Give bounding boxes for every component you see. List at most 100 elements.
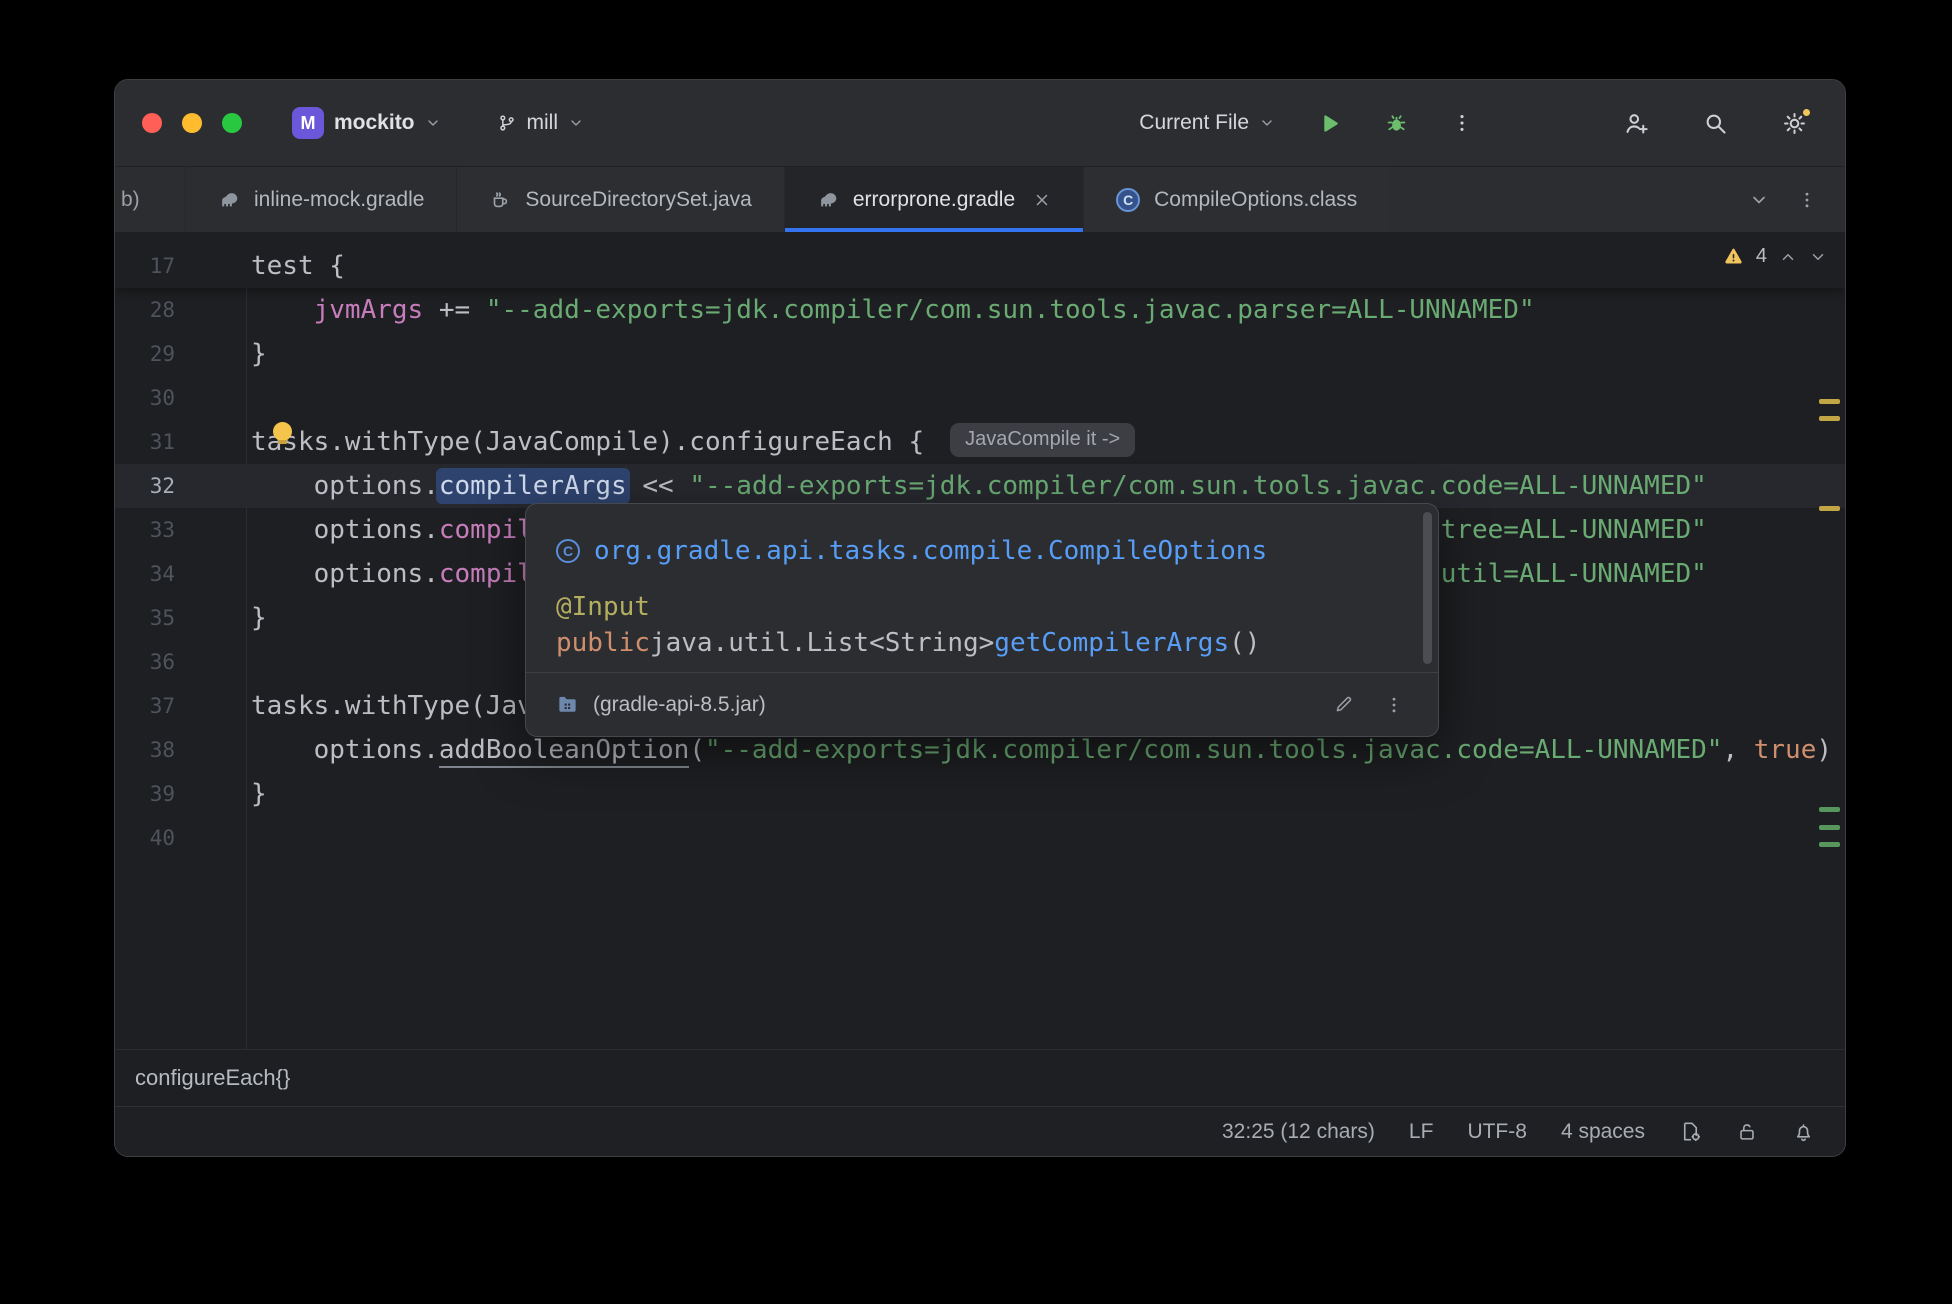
code-token: , (1722, 735, 1753, 765)
popup-scrollbar[interactable] (1423, 512, 1432, 664)
code-token (251, 559, 314, 589)
window-controls (142, 113, 242, 133)
settings-notification-dot (1801, 107, 1812, 118)
run-button[interactable] (1317, 111, 1342, 136)
line-number: 38 (115, 728, 175, 772)
annotation-label: @Input (556, 590, 1408, 624)
search-everywhere-icon[interactable] (1702, 110, 1729, 137)
class-icon: C (1116, 188, 1140, 212)
intention-bulb-icon[interactable] (273, 422, 292, 441)
error-stripe-vcs-mark[interactable] (1819, 825, 1840, 830)
unlocked-lock-icon[interactable] (1736, 1121, 1758, 1143)
sticky-header-line[interactable]: 17test { (115, 232, 1845, 288)
code-token: true (1754, 735, 1817, 765)
close-tab-icon[interactable] (1033, 191, 1051, 209)
run-config-name: Current File (1139, 111, 1249, 135)
chevron-down-icon (568, 115, 584, 131)
popup-options-kebab-icon[interactable] (1384, 695, 1404, 715)
tab-label: inline-mock.gradle (254, 188, 424, 212)
error-stripe-warning-mark[interactable] (1819, 506, 1840, 511)
line-number: 39 (115, 772, 175, 816)
tab-list-chevron-down-icon[interactable] (1749, 190, 1769, 210)
run-toolbar: Current File (1139, 111, 1473, 136)
gradle-icon (817, 189, 839, 211)
tab-partial[interactable]: b) (115, 167, 185, 232)
vcs-branch-widget[interactable]: mill (497, 111, 585, 135)
error-stripe-vcs-mark[interactable] (1819, 807, 1840, 812)
run-config-selector[interactable]: Current File (1139, 111, 1275, 135)
debug-button[interactable] (1384, 111, 1409, 136)
code-token: options. (314, 559, 439, 589)
code-token: += (423, 295, 486, 325)
tab-sourcedirectoryset-java[interactable]: SourceDirectorySet.java (456, 167, 783, 232)
code-line-40[interactable]: 40 (115, 816, 1845, 860)
line-number: 36 (115, 640, 175, 684)
code-line-30[interactable]: 30 (115, 376, 1845, 420)
popup-body: C org.gradle.api.tasks.compile.CompileOp… (526, 504, 1438, 660)
popup-footer: (gradle-api-8.5.jar) (526, 672, 1438, 736)
minimize-window-button[interactable] (182, 113, 202, 133)
code-token: tasks.withType(JavaCompile).configureEac… (251, 427, 924, 457)
class-reference-link[interactable]: org.gradle.api.tasks.compile.CompileOpti… (594, 536, 1267, 566)
project-widget[interactable]: M mockito (292, 107, 441, 139)
code-token (251, 471, 314, 501)
popup-footer-actions (1333, 694, 1404, 715)
inlay-hint[interactable]: JavaCompile it -> (950, 423, 1135, 457)
close-window-button[interactable] (142, 113, 162, 133)
notifications-bell-icon[interactable] (1792, 1120, 1815, 1143)
settings-gear-icon[interactable] (1781, 110, 1808, 137)
edit-source-pencil-icon[interactable] (1333, 694, 1354, 715)
indent-selector[interactable]: 4 spaces (1561, 1120, 1645, 1144)
branch-name: mill (527, 111, 559, 135)
code-token (251, 295, 314, 325)
chevron-down-icon (425, 115, 441, 131)
line-number: 30 (115, 376, 175, 420)
code-text: } (251, 772, 267, 816)
error-stripe-vcs-mark[interactable] (1819, 842, 1840, 847)
encoding-selector[interactable]: UTF-8 (1467, 1120, 1527, 1144)
breadcrumb-item[interactable]: configureEach{} (135, 1065, 290, 1091)
tab-errorprone-gradle[interactable]: errorprone.gradle (784, 167, 1083, 232)
more-actions-kebab-icon[interactable] (1451, 112, 1473, 134)
quick-documentation-popup[interactable]: C org.gradle.api.tasks.compile.CompileOp… (525, 503, 1439, 737)
caret-position[interactable]: 32:25 (12 chars) (1222, 1120, 1375, 1144)
code-token: } (251, 603, 267, 633)
method-signature: public java.util.List<String> getCompile… (556, 626, 1408, 660)
next-problem-chevron-down-icon[interactable] (1809, 248, 1827, 266)
code-line-32[interactable]: 32 options.compilerArgs << "--add-export… (115, 464, 1845, 508)
code-text: } (251, 332, 267, 376)
code-line-17[interactable]: 17test { (115, 244, 1845, 288)
code-line-31[interactable]: 31tasks.withType(JavaCompile).configureE… (115, 420, 1845, 464)
code-line-29[interactable]: 29} (115, 332, 1845, 376)
line-number: 35 (115, 596, 175, 640)
code-token (251, 735, 314, 765)
code-token: () (1229, 628, 1260, 658)
line-number: 32 (115, 464, 175, 508)
code-with-me-user-plus-icon[interactable] (1623, 110, 1650, 137)
line-number: 29 (115, 332, 175, 376)
previous-problem-chevron-up-icon[interactable] (1779, 248, 1797, 266)
project-name: mockito (334, 111, 415, 135)
code-line-39[interactable]: 39} (115, 772, 1845, 816)
chevron-down-icon (1259, 115, 1275, 131)
editor[interactable]: 17test { 4 28 jvmArgs += "--add-exports=… (115, 232, 1845, 1049)
code-line-28[interactable]: 28 jvmArgs += "--add-exports=jdk.compile… (115, 288, 1845, 332)
error-stripe-warning-mark[interactable] (1819, 399, 1840, 404)
tab-inline-mock-gradle[interactable]: inline-mock.gradle (185, 167, 456, 232)
code-token: } (251, 339, 267, 369)
code-text: options.compilerArgs << "--add-exports=j… (251, 464, 1707, 508)
tab-options-kebab-icon[interactable] (1797, 190, 1817, 210)
library-folder-icon (556, 693, 579, 716)
status-bar: 32:25 (12 chars) LF UTF-8 4 spaces (115, 1106, 1845, 1156)
inspections-widget[interactable]: 4 (1723, 245, 1827, 268)
error-stripe-warning-mark[interactable] (1819, 416, 1840, 421)
code-style-settings-icon[interactable] (1679, 1120, 1702, 1143)
ide-window: M mockito mill Current File (114, 79, 1846, 1157)
line-ending-selector[interactable]: LF (1409, 1120, 1434, 1144)
code-token: java.util.List<String> (650, 628, 994, 658)
code-token: options. (314, 735, 439, 765)
zoom-window-button[interactable] (222, 113, 242, 133)
code-token: getCompilerArgs (994, 628, 1229, 658)
code-token: options. (314, 471, 439, 501)
tab-compileoptions-class[interactable]: C CompileOptions.class (1083, 167, 1389, 232)
